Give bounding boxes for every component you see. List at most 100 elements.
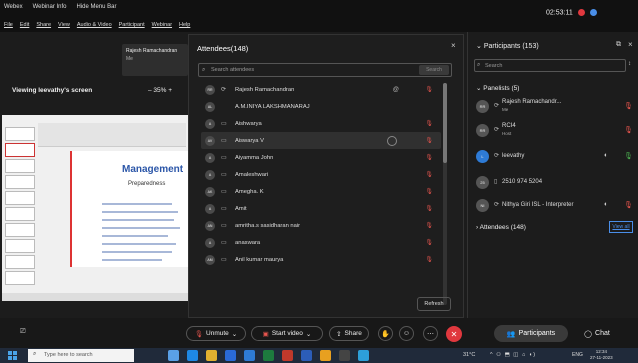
mic-muted-icon[interactable]: 🎙 (624, 102, 633, 110)
attendees-search-input[interactable]: ⌕ Search attendees Search (198, 63, 452, 77)
leave-meeting-button[interactable]: ✕ (446, 326, 462, 342)
scrollbar-thumb[interactable] (443, 83, 447, 163)
taskbar-search-input[interactable]: ⌕ Type here to search (28, 349, 134, 362)
meeting-timer: 02:53:11 (546, 9, 597, 16)
slide-thumbnail (5, 127, 35, 141)
menu-share[interactable]: Share (36, 22, 51, 28)
attendees-section[interactable]: › Attendees (148) (476, 224, 526, 231)
attendees-search-button[interactable]: Search (419, 65, 449, 75)
list-item[interactable]: AL A.M.INIYA LAKSHMANARAJ (201, 98, 441, 115)
panelists-header: Panelists (5) (483, 85, 520, 92)
participants-tab[interactable]: 👥 Participants (494, 325, 568, 342)
list-item[interactable]: A ▭ Aiyamma John 🎙 (201, 149, 441, 166)
menu-help[interactable]: Help (179, 22, 190, 28)
chat-icon: ◯ (584, 330, 593, 338)
recording-icon (577, 9, 585, 16)
avatar: AN (205, 220, 215, 231)
sort-icon[interactable]: ↕ (628, 61, 631, 67)
captions-icon[interactable]: ⎚ (20, 328, 26, 336)
more-options-icon[interactable]: ⋯ (423, 326, 438, 341)
refresh-button[interactable]: Refresh (417, 297, 451, 311)
list-item[interactable]: RR ⟳ Rajesh Ramachandran @ 🎙 (201, 81, 441, 98)
avatar: A (205, 169, 215, 180)
mic-muted-icon[interactable]: 🎙 (624, 126, 633, 134)
panelist-row[interactable]: RR ⟳ RCI4 Host 🎙 (476, 120, 636, 140)
mic-muted-icon[interactable]: 🎙 (425, 137, 433, 144)
menu-participant[interactable]: Participant (119, 22, 145, 28)
hand-raise-icon[interactable]: ✋ (378, 326, 393, 341)
mic-muted-icon[interactable]: 🎙 (425, 256, 433, 263)
unmute-button[interactable]: 🎙 Unmute ⌄ (186, 326, 246, 341)
attendees-scrollbar[interactable] (443, 83, 447, 305)
powerpoint-icon[interactable] (282, 350, 293, 361)
hide-menu-bar-button[interactable]: Hide Menu Bar (77, 4, 117, 10)
weather-text[interactable]: 31°C (463, 352, 475, 358)
avatar: AL (205, 101, 215, 112)
close-icon[interactable]: × (628, 40, 633, 49)
mic-muted-icon[interactable]: 🎙 (425, 120, 433, 127)
task-view-icon[interactable] (168, 350, 179, 361)
edge-icon[interactable] (187, 350, 198, 361)
webex-icon[interactable] (358, 350, 369, 361)
outlook-icon[interactable] (244, 350, 255, 361)
attendees-search-placeholder: Search attendees (211, 67, 255, 73)
store-icon[interactable] (225, 350, 236, 361)
list-item[interactable]: AM ▭ Anil kumar maurya 🎙 (201, 251, 441, 268)
mic-muted-icon[interactable]: 🎙 (425, 205, 433, 212)
attendee-name: Rajesh Ramachandran (235, 86, 295, 93)
menu-audio-video[interactable]: Audio & Video (77, 22, 112, 28)
mic-muted-icon[interactable]: 🎙 (425, 222, 433, 229)
taskbar-clock[interactable]: 12:34 27-11-2023 (590, 349, 613, 361)
speaker-video-card[interactable]: Rajesh Ramachandran Me (122, 44, 188, 76)
webex-app-label[interactable]: Webex (4, 4, 23, 10)
menu-webinar[interactable]: Webinar (152, 22, 172, 28)
language-indicator[interactable]: ENG (572, 352, 583, 358)
chat-tab[interactable]: ◯ Chat (574, 325, 620, 342)
mic-muted-icon[interactable]: 🎙 (425, 154, 433, 161)
mic-muted-icon[interactable]: 🎙 (425, 188, 433, 195)
start-video-button[interactable]: ▣ Start video ⌄ (251, 326, 323, 341)
participants-header[interactable]: ⌄ Participants (153) (476, 42, 539, 50)
chat-bubble-icon[interactable] (387, 135, 397, 146)
search-icon: ⌕ (202, 67, 206, 73)
mic-muted-icon[interactable]: 🎙 (624, 201, 633, 209)
mic-active-icon[interactable]: 🎙 (624, 152, 633, 160)
reactions-icon[interactable]: ☺ (399, 326, 414, 341)
panelist-name: 2510 974 5204 (502, 179, 543, 185)
panelist-row[interactable]: RR ⟳ Rajesh Ramachandr... Me 🎙 (476, 96, 636, 116)
list-item[interactable]: A ▭ Amit 🎙 (201, 200, 441, 217)
panelist-row[interactable]: NI ⟳ Nithya Giri ISL - Interpreter ◐ 🎙 (476, 195, 636, 215)
app-icon[interactable] (339, 350, 350, 361)
panelists-section[interactable]: ⌄ Panelists (5) (476, 84, 519, 92)
word-icon[interactable] (301, 350, 312, 361)
panelist-row[interactable]: 25 ▯ 2510 974 5204 (476, 172, 636, 192)
participants-search-input[interactable]: ⌕ Search (474, 59, 626, 72)
desktop-icon: ▭ (221, 189, 227, 195)
list-item[interactable]: A ▭ anaswara 🎙 (201, 234, 441, 251)
panelist-row[interactable]: L ⟳ leevathy ◐ 🎙 (476, 146, 636, 166)
view-all-link[interactable]: View all (609, 221, 633, 233)
zoom-control[interactable]: – 35% + (148, 87, 172, 94)
share-button[interactable]: ⇪ Share (329, 326, 369, 341)
windows-start-icon[interactable] (8, 351, 17, 360)
chrome-icon[interactable] (320, 350, 331, 361)
list-item[interactable]: AV ▭ Aiswarya V 🎙 (201, 132, 441, 149)
mic-muted-icon[interactable]: 🎙 (425, 171, 433, 178)
menu-file[interactable]: File (4, 22, 13, 28)
mic-muted-icon[interactable]: 🎙 (425, 86, 433, 93)
list-item[interactable]: A ▭ Aishwarya 🎙 (201, 115, 441, 132)
panelist-name: RCI4 (502, 123, 516, 129)
desktop-icon: ▭ (221, 240, 227, 246)
list-item[interactable]: AK ▭ Amegha. K 🎙 (201, 183, 441, 200)
mic-muted-icon[interactable]: 🎙 (425, 239, 433, 246)
popout-icon[interactable]: ⧉ (616, 41, 621, 49)
file-explorer-icon[interactable] (206, 350, 217, 361)
webinar-info-label[interactable]: Webinar Info (33, 4, 67, 10)
menu-view[interactable]: View (58, 22, 70, 28)
menu-edit[interactable]: Edit (20, 22, 29, 28)
close-icon[interactable]: × (451, 41, 456, 50)
system-tray[interactable]: ^ ⚇ ⬒ ◫ ⌂ ◖) (490, 352, 536, 358)
excel-icon[interactable] (263, 350, 274, 361)
list-item[interactable]: AN ▭ amritha.s sasidharan nair 🎙 (201, 217, 441, 234)
list-item[interactable]: A ▭ Amaleshwari 🎙 (201, 166, 441, 183)
